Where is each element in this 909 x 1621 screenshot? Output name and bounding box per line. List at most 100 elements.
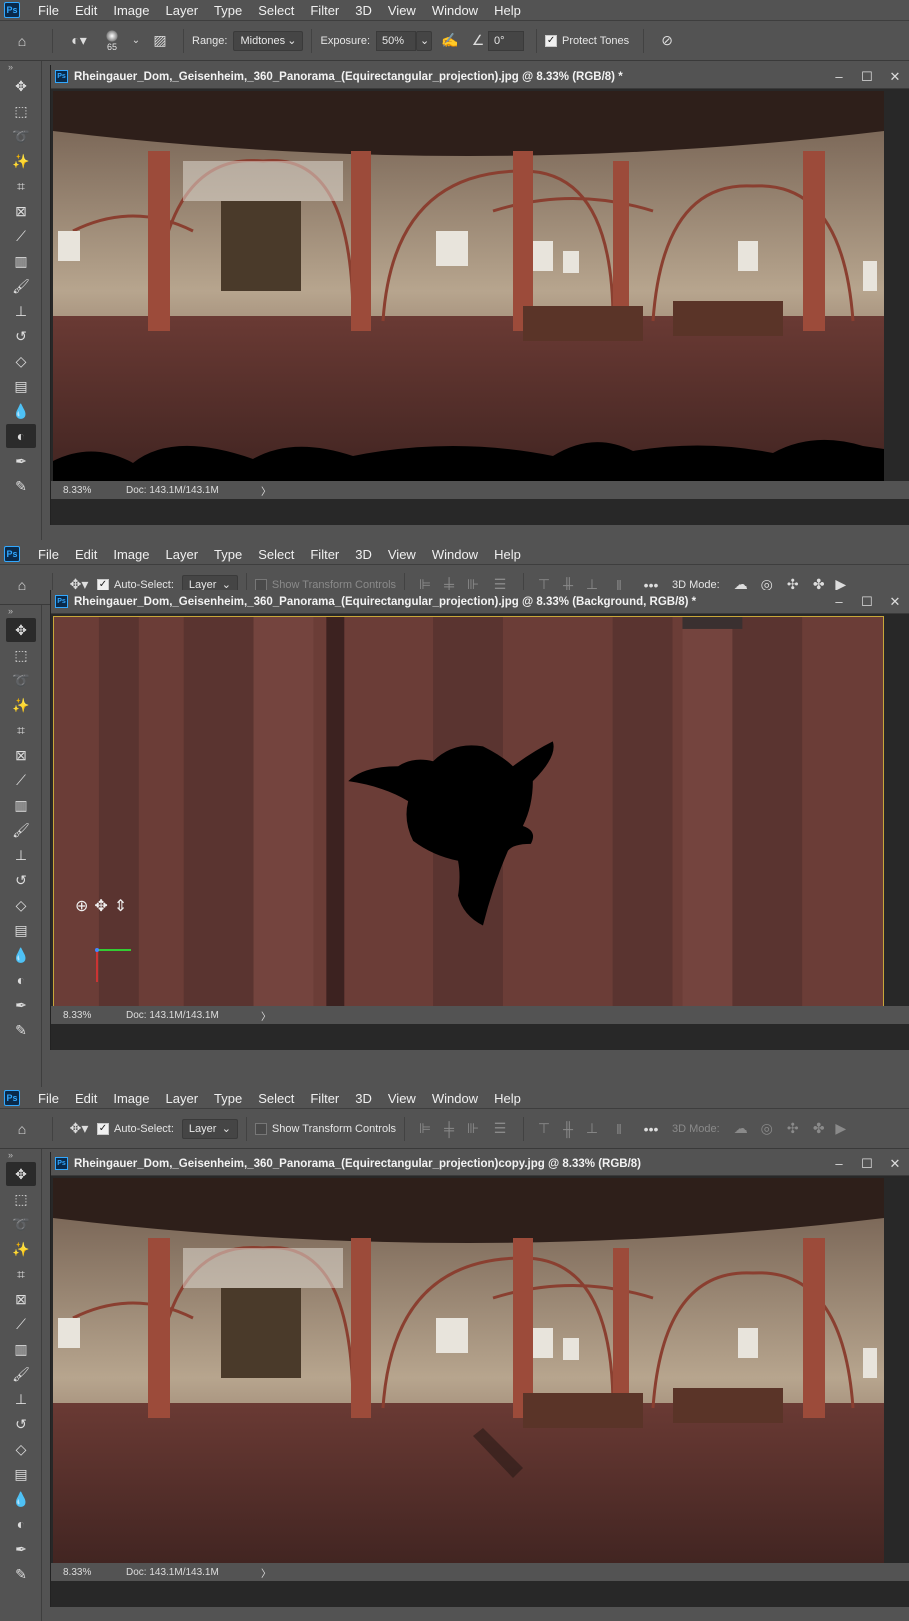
auto-select-checkbox[interactable]: ✓ xyxy=(97,1122,109,1135)
document-tab-1[interactable]: Ps Rheingauer_Dom,_Geisenheim,_360_Panor… xyxy=(51,65,909,89)
menu-edit[interactable]: Edit xyxy=(67,547,105,562)
lasso-tool-icon[interactable]: ➰ xyxy=(6,668,36,692)
home-icon[interactable]: ⌂ xyxy=(0,1121,44,1137)
airbrush-icon[interactable]: ✍ xyxy=(432,32,468,49)
dolly-widget-icon[interactable]: ⇕ xyxy=(114,896,127,916)
brush-tool-icon[interactable]: 🖌 xyxy=(6,1362,36,1386)
freeform-pen-tool-icon[interactable]: ✎ xyxy=(6,474,36,498)
healing-brush-tool-icon[interactable]: ▥ xyxy=(6,249,36,273)
eyedropper-tool-icon[interactable]: ⟋ xyxy=(6,768,36,792)
crop-tool-icon[interactable]: ⌗ xyxy=(6,718,36,742)
menu-help[interactable]: Help xyxy=(486,3,529,18)
gradient-tool-icon[interactable]: ▤ xyxy=(6,1462,36,1486)
slide-3d-icon[interactable]: ✤ xyxy=(806,1120,832,1137)
chevron-down-icon[interactable]: ⌄ xyxy=(127,35,145,46)
menu-filter[interactable]: Filter xyxy=(302,547,347,562)
marquee-tool-icon[interactable]: ⬚ xyxy=(6,1187,36,1211)
protect-tones-checkbox[interactable]: ✓ xyxy=(545,34,558,47)
frame-tool-icon[interactable]: ⊠ xyxy=(6,199,36,223)
roll-3d-icon[interactable]: ◎ xyxy=(754,1120,780,1137)
stamp-tool-icon[interactable]: ⊥ xyxy=(6,1387,36,1411)
move-tool-icon[interactable]: ✥ xyxy=(6,1162,36,1186)
frame-tool-icon[interactable]: ⊠ xyxy=(6,743,36,767)
menu-help[interactable]: Help xyxy=(486,1091,529,1106)
blur-tool-icon[interactable]: 💧 xyxy=(6,943,36,967)
eraser-tool-icon[interactable]: ◇ xyxy=(6,349,36,373)
sponge-tool-icon[interactable]: ◐ xyxy=(6,968,36,992)
status-menu-arrow[interactable]: 〉 xyxy=(261,1565,271,1580)
stamp-tool-icon[interactable]: ⊥ xyxy=(6,843,36,867)
align-center-icon[interactable]: ╪ xyxy=(437,1121,461,1137)
freeform-pen-tool-icon[interactable]: ✎ xyxy=(6,1562,36,1586)
menu-image[interactable]: Image xyxy=(105,547,157,562)
canvas-area[interactable] xyxy=(51,1176,909,1587)
distribute-horizontal-icon[interactable]: ‖ xyxy=(604,1121,634,1137)
close-icon[interactable]: ✕ xyxy=(881,69,909,85)
menu-view[interactable]: View xyxy=(380,1091,424,1106)
orbit-widget-icon[interactable]: ⊕ xyxy=(75,896,88,916)
eyedropper-tool-icon[interactable]: ⟋ xyxy=(6,224,36,248)
pen-tool-icon[interactable]: ✒ xyxy=(6,1537,36,1561)
zoom-level[interactable]: 8.33% xyxy=(51,1567,126,1578)
pan-3d-icon[interactable]: ✣ xyxy=(780,1120,806,1137)
menu-3d[interactable]: 3D xyxy=(347,547,380,562)
menu-edit[interactable]: Edit xyxy=(67,1091,105,1106)
collapse-icon[interactable]: » xyxy=(0,1149,41,1161)
menu-layer[interactable]: Layer xyxy=(158,1091,207,1106)
menu-view[interactable]: View xyxy=(380,3,424,18)
menu-window[interactable]: Window xyxy=(424,1091,486,1106)
sponge-tool-preset-icon[interactable]: ◐▾ xyxy=(61,32,97,49)
move-tool-preset-icon[interactable]: ✥▾ xyxy=(61,1120,97,1137)
healing-brush-tool-icon[interactable]: ▥ xyxy=(6,1337,36,1361)
sponge-tool-icon[interactable]: ◐ xyxy=(6,424,36,448)
home-icon[interactable]: ⌂ xyxy=(0,577,44,593)
brush-size-picker[interactable]: 65 xyxy=(97,29,127,52)
align-bottom-icon[interactable]: ⊥ xyxy=(580,1120,604,1137)
menu-select[interactable]: Select xyxy=(250,547,302,562)
3d-axis-widget[interactable]: ⊕ ✥ ⇕ xyxy=(75,896,127,916)
maximize-icon[interactable]: ☐ xyxy=(853,594,881,610)
marquee-tool-icon[interactable]: ⬚ xyxy=(6,99,36,123)
menu-edit[interactable]: Edit xyxy=(67,3,105,18)
blur-tool-icon[interactable]: 💧 xyxy=(6,1487,36,1511)
menu-file[interactable]: File xyxy=(30,3,67,18)
menu-type[interactable]: Type xyxy=(206,3,250,18)
pen-tool-icon[interactable]: ✒ xyxy=(6,449,36,473)
align-right-icon[interactable]: ⊪ xyxy=(461,1120,485,1137)
status-menu-arrow[interactable]: 〉 xyxy=(261,483,271,498)
marquee-tool-icon[interactable]: ⬚ xyxy=(6,643,36,667)
align-middle-icon[interactable]: ╫ xyxy=(556,1121,580,1137)
magic-wand-tool-icon[interactable]: ✨ xyxy=(6,1237,36,1261)
menu-layer[interactable]: Layer xyxy=(158,547,207,562)
canvas-area[interactable]: ⊕ ✥ ⇕ xyxy=(51,614,909,1030)
crop-tool-icon[interactable]: ⌗ xyxy=(6,1262,36,1286)
pen-tool-icon[interactable]: ✒ xyxy=(6,993,36,1017)
frame-tool-icon[interactable]: ⊠ xyxy=(6,1287,36,1311)
pressure-size-icon[interactable]: ⊘ xyxy=(652,32,682,49)
pan-widget-icon[interactable]: ✥ xyxy=(94,896,107,916)
stamp-tool-icon[interactable]: ⊥ xyxy=(6,299,36,323)
home-icon[interactable]: ⌂ xyxy=(0,33,44,49)
menu-3d[interactable]: 3D xyxy=(347,3,380,18)
minimize-icon[interactable]: – xyxy=(825,69,853,84)
crop-tool-icon[interactable]: ⌗ xyxy=(6,174,36,198)
auto-select-checkbox[interactable]: ✓ xyxy=(97,578,109,591)
minimize-icon[interactable]: – xyxy=(825,594,853,609)
menu-type[interactable]: Type xyxy=(206,547,250,562)
menu-window[interactable]: Window xyxy=(424,547,486,562)
close-icon[interactable]: ✕ xyxy=(881,1156,909,1172)
scale-3d-icon[interactable]: ▶ xyxy=(832,1120,850,1137)
menu-3d[interactable]: 3D xyxy=(347,1091,380,1106)
eraser-tool-icon[interactable]: ◇ xyxy=(6,1437,36,1461)
menu-image[interactable]: Image xyxy=(105,1091,157,1106)
canvas-area[interactable] xyxy=(51,89,909,505)
menu-select[interactable]: Select xyxy=(250,1091,302,1106)
history-brush-tool-icon[interactable]: ↺ xyxy=(6,324,36,348)
menu-filter[interactable]: Filter xyxy=(302,1091,347,1106)
zoom-level[interactable]: 8.33% xyxy=(51,1010,126,1021)
magic-wand-tool-icon[interactable]: ✨ xyxy=(6,693,36,717)
maximize-icon[interactable]: ☐ xyxy=(853,1156,881,1172)
zoom-level[interactable]: 8.33% xyxy=(51,485,126,496)
maximize-icon[interactable]: ☐ xyxy=(853,69,881,85)
document-tab-2[interactable]: Ps Rheingauer_Dom,_Geisenheim,_360_Panor… xyxy=(51,590,909,614)
